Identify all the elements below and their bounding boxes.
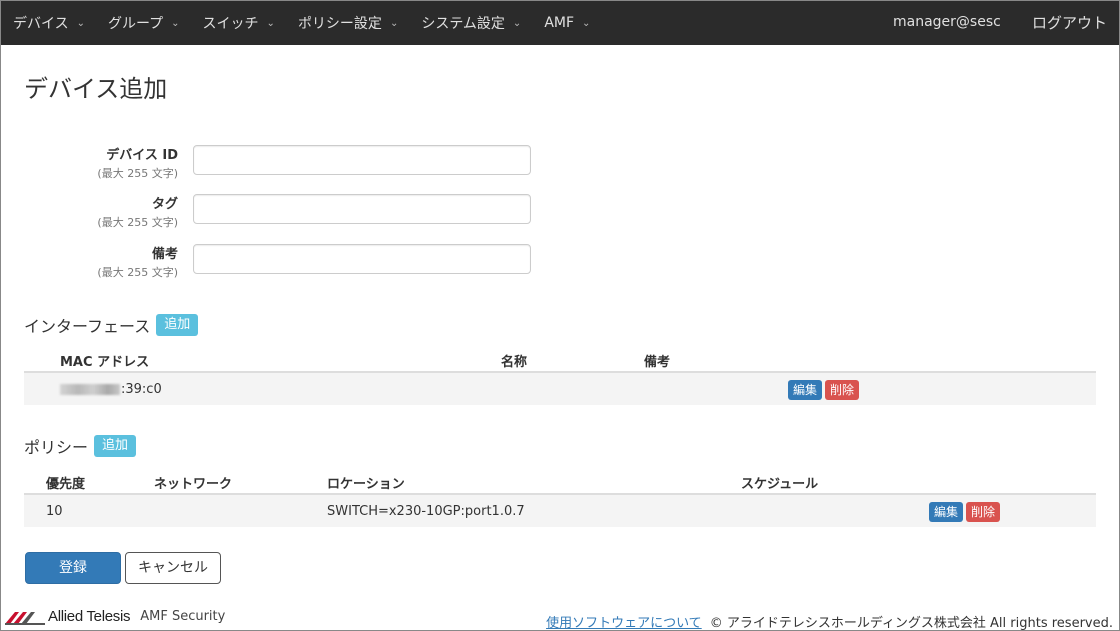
policies-table: 優先度 ネットワーク ロケーション スケジュール 10 SWITCH=x230-… xyxy=(24,467,1096,527)
col-priority: 優先度 xyxy=(46,477,86,492)
menu-groups-label: グループ xyxy=(107,16,164,32)
mac-address-suffix: :39:c0 xyxy=(121,382,162,397)
menu-switches-label: スイッチ xyxy=(202,16,259,32)
menu-amf[interactable]: AMF ⌄ xyxy=(532,1,601,45)
form-row-tag: タグ (最大 255 文字) xyxy=(1,191,561,235)
chevron-down-icon: ⌄ xyxy=(266,17,275,29)
menu-system-settings-label: システム設定 xyxy=(421,16,505,32)
tag-hint: (最大 255 文字) xyxy=(97,216,178,229)
policies-table-header: 優先度 ネットワーク ロケーション スケジュール xyxy=(24,467,1096,495)
delete-policy-button[interactable]: 削除 xyxy=(966,502,1001,522)
add-policy-button[interactable]: 追加 xyxy=(94,435,137,457)
footer-brand: Allied Telesis AMF Security xyxy=(5,608,225,625)
col-mac-address: MAC アドレス xyxy=(60,355,150,370)
mac-address-cell: :39:c0 xyxy=(60,382,162,397)
tag-label-group: タグ (最大 255 文字) xyxy=(97,193,178,230)
menu-devices-label: デバイス xyxy=(13,16,69,32)
policies-heading: ポリシー 追加 xyxy=(24,434,137,458)
tag-label: タグ xyxy=(151,197,178,212)
device-id-label: デバイス ID xyxy=(106,148,178,163)
top-navbar: デバイス ⌄ グループ ⌄ スイッチ ⌄ ポリシー設定 ⌄ システム設定 ⌄ A… xyxy=(1,1,1119,45)
edit-interface-button[interactable]: 編集 xyxy=(788,380,823,400)
menu-policy-settings[interactable]: ポリシー設定 ⌄ xyxy=(286,1,409,45)
allied-telesis-logo-icon xyxy=(5,611,45,625)
policies-title: ポリシー xyxy=(24,438,89,457)
interfaces-table-header: MAC アドレス 名称 備考 xyxy=(24,345,1096,373)
chevron-down-icon: ⌄ xyxy=(512,17,522,29)
form-row-note: 備考 (最大 255 文字) xyxy=(1,241,561,285)
chevron-down-icon: ⌄ xyxy=(389,17,399,29)
device-id-input[interactable] xyxy=(193,145,531,175)
submit-button[interactable]: 登録 xyxy=(25,552,121,584)
col-note: 備考 xyxy=(644,355,671,370)
main-menu: デバイス ⌄ グループ ⌄ スイッチ ⌄ ポリシー設定 ⌄ システム設定 ⌄ A… xyxy=(1,1,601,45)
form-row-device-id: デバイス ID (最大 255 文字) xyxy=(1,142,561,186)
chevron-down-icon: ⌄ xyxy=(171,17,180,29)
priority-cell: 10 xyxy=(46,504,63,519)
interfaces-table: MAC アドレス 名称 備考 :39:c0 編集 削除 xyxy=(24,345,1096,405)
interfaces-title: インターフェース xyxy=(24,317,151,336)
menu-system-settings[interactable]: システム設定 ⌄ xyxy=(409,1,532,45)
software-info-link[interactable]: 使用ソフトウェアについて xyxy=(546,616,702,631)
edit-policy-button[interactable]: 編集 xyxy=(929,502,964,522)
table-row: 10 SWITCH=x230-10GP:port1.0.7 編集 削除 xyxy=(24,495,1096,527)
current-user: manager@sesc xyxy=(893,14,1001,30)
menu-amf-label: AMF xyxy=(544,15,575,31)
table-row: :39:c0 編集 削除 xyxy=(24,373,1096,405)
chevron-down-icon: ⌄ xyxy=(582,17,591,29)
page-title: デバイス追加 xyxy=(24,75,168,103)
menu-devices[interactable]: デバイス ⌄ xyxy=(1,1,96,45)
note-label-group: 備考 (最大 255 文字) xyxy=(97,243,178,280)
device-id-hint: (最大 255 文字) xyxy=(97,167,178,180)
menu-groups[interactable]: グループ ⌄ xyxy=(96,1,191,45)
interfaces-heading: インターフェース 追加 xyxy=(24,313,199,337)
brand-name: Allied Telesis xyxy=(48,608,131,625)
tag-input[interactable] xyxy=(193,194,531,224)
menu-switches[interactable]: スイッチ ⌄ xyxy=(191,1,286,45)
cancel-button[interactable]: キャンセル xyxy=(125,552,221,584)
menu-policy-settings-label: ポリシー設定 xyxy=(297,16,382,32)
logout-link[interactable]: ログアウト xyxy=(1032,12,1107,33)
product-name: AMF Security xyxy=(140,609,226,624)
col-location: ロケーション xyxy=(327,477,405,492)
footer-info: 使用ソフトウェアについて © アライドテレシスホールディングス株式会社 All r… xyxy=(546,612,1113,631)
note-hint: (最大 255 文字) xyxy=(97,266,178,279)
delete-interface-button[interactable]: 削除 xyxy=(825,380,860,400)
device-id-label-group: デバイス ID (最大 255 文字) xyxy=(97,144,178,181)
location-cell: SWITCH=x230-10GP:port1.0.7 xyxy=(327,504,525,519)
col-schedule: スケジュール xyxy=(741,477,819,492)
col-network: ネットワーク xyxy=(154,477,233,492)
redacted-mac-prefix xyxy=(60,384,120,395)
col-name: 名称 xyxy=(501,355,528,370)
copyright-text: © アライドテレシスホールディングス株式会社 All rights reserv… xyxy=(709,616,1113,631)
note-label: 備考 xyxy=(151,247,178,262)
note-input[interactable] xyxy=(193,244,531,274)
chevron-down-icon: ⌄ xyxy=(76,17,85,29)
add-interface-button[interactable]: 追加 xyxy=(156,314,199,336)
